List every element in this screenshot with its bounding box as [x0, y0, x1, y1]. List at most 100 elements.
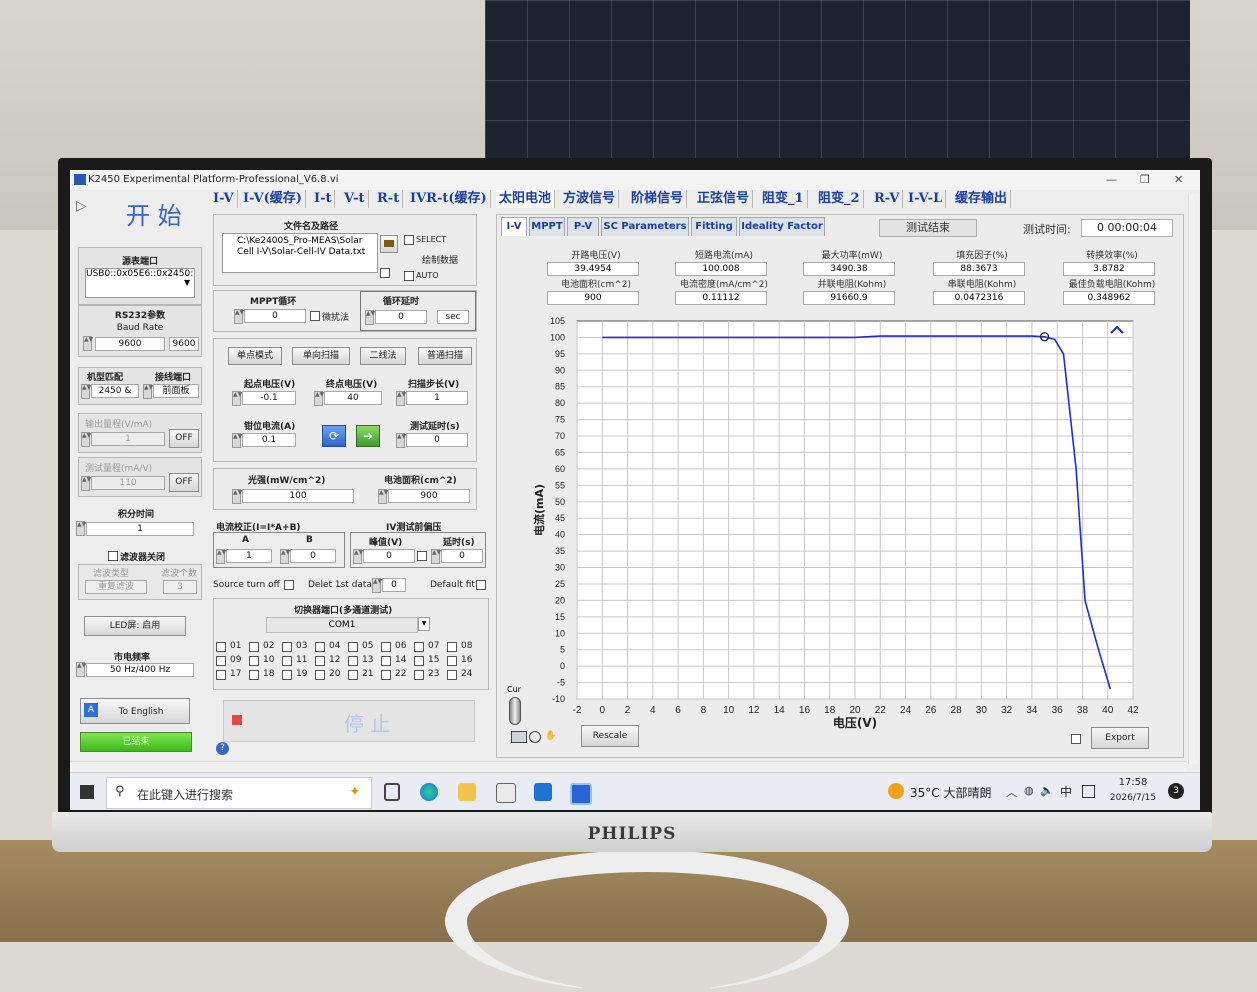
minimize-icon[interactable]: —	[1106, 173, 1117, 186]
dropdown-arrow-icon[interactable]: ▼	[184, 278, 190, 287]
tab-iv-cache[interactable]: I-V(缓存)	[240, 190, 306, 208]
tab-cache-output[interactable]: 缓存输出	[952, 190, 1012, 208]
weather-icon[interactable]	[888, 783, 904, 799]
labview-app-icon[interactable]	[570, 783, 592, 805]
bias-delay-input[interactable]: 0	[441, 549, 483, 563]
test-range-spinner[interactable]: ▲▼	[81, 476, 91, 491]
tab-sine[interactable]: 正弦信号	[694, 190, 754, 208]
start-voltage-input[interactable]: -0.1	[242, 391, 296, 405]
vertical-scrollbar[interactable]	[1188, 194, 1199, 764]
coef-a-input[interactable]: 1	[226, 549, 272, 563]
bias-checkbox[interactable]	[417, 551, 427, 561]
end-voltage-input[interactable]: 40	[324, 391, 382, 405]
light-intensity-input[interactable]: 100	[242, 489, 354, 503]
test-range-input[interactable]: 110	[91, 476, 165, 490]
horizontal-scrollbar[interactable]	[70, 761, 1186, 772]
select-checkbox[interactable]	[404, 235, 414, 245]
file-explorer-icon[interactable]	[458, 783, 476, 801]
coef-a-spinner[interactable]: ▲▼	[216, 549, 226, 564]
bias-delay-spinner[interactable]: ▲▼	[431, 549, 441, 564]
channel-checkbox[interactable]	[348, 642, 358, 652]
coef-b-spinner[interactable]: ▲▼	[280, 549, 290, 564]
model-input[interactable]: 2450 &	[91, 384, 139, 398]
perturb-checkbox[interactable]	[310, 311, 320, 321]
test-range-toggle[interactable]: OFF	[169, 473, 199, 492]
channel-checkbox[interactable]	[414, 670, 424, 680]
file-path-input[interactable]: C:\Ke2400S_Pro-MEAS\Solar Cell I-V\Solar…	[222, 233, 378, 273]
pan-hand-icon[interactable]: ✋	[545, 731, 556, 741]
output-range-input[interactable]: 1	[91, 432, 165, 446]
model-spinner[interactable]: ▲▼	[81, 384, 91, 399]
task-view-icon[interactable]	[384, 783, 400, 801]
start-voltage-spinner[interactable]: ▲▼	[232, 391, 242, 406]
mains-spinner[interactable]: ▲▼	[76, 662, 86, 677]
source-port-select[interactable]: USB0::0x05E6::0x2450::04697478::INSTR	[85, 268, 195, 298]
two-wire-button[interactable]: 二线法	[360, 347, 406, 365]
tab-iv[interactable]: I-V	[210, 190, 238, 208]
tab-vt[interactable]: V-t	[341, 190, 369, 208]
tab-staircase[interactable]: 阶梯信号	[628, 190, 688, 208]
tab-it[interactable]: I-t	[311, 190, 336, 208]
channel-checkbox[interactable]	[381, 642, 391, 652]
channel-checkbox[interactable]	[381, 656, 391, 666]
single-point-button[interactable]: 单点模式	[228, 347, 282, 365]
terminal-input[interactable]: 前面板	[153, 384, 199, 398]
delete-first-input[interactable]: 0	[382, 578, 406, 592]
cursor-knob[interactable]	[509, 697, 521, 725]
weather-text[interactable]: 35°C 大部晴朗	[910, 784, 991, 801]
channel-checkbox[interactable]	[348, 670, 358, 680]
coef-b-input[interactable]: 0	[290, 549, 336, 563]
cell-area-spinner[interactable]: ▲▼	[378, 489, 388, 504]
channel-checkbox[interactable]	[282, 656, 292, 666]
export-checkbox[interactable]	[1071, 734, 1081, 744]
tab-ivl[interactable]: I-V-L	[905, 190, 947, 208]
default-fit-checkbox[interactable]	[476, 580, 486, 590]
loop-delay-input[interactable]: 0	[375, 310, 427, 324]
volume-icon[interactable]: 🔈	[1040, 784, 1054, 797]
tray-chevron-icon[interactable]: ︿	[1006, 784, 1017, 800]
taskbar-search[interactable]: ⚲ 在此键入进行搜索 ✦	[106, 777, 372, 809]
integration-input[interactable]: 1	[86, 522, 194, 536]
store-icon[interactable]	[496, 783, 516, 803]
mains-input[interactable]: 50 Hz/400 Hz	[86, 663, 194, 677]
plot-data-button[interactable]: 绘制数据	[422, 253, 458, 266]
output-range-spinner[interactable]: ▲▼	[81, 432, 91, 447]
channel-checkbox[interactable]	[315, 670, 325, 680]
baud-rate-spinner[interactable]: ▲▼	[83, 336, 93, 351]
switch-port-select[interactable]: COM1	[266, 617, 418, 633]
delete-first-spinner[interactable]: ▲▼	[372, 578, 382, 593]
loop-delay-spinner[interactable]: ▲▼	[365, 310, 375, 325]
network-icon[interactable]: ◍	[1024, 784, 1034, 797]
output-range-toggle[interactable]: OFF	[169, 429, 199, 448]
source-off-checkbox[interactable]	[284, 580, 294, 590]
step-voltage-input[interactable]: 1	[406, 391, 468, 405]
export-button[interactable]: Export	[1091, 727, 1149, 749]
help-icon[interactable]: ?	[216, 742, 229, 755]
channel-checkbox[interactable]	[315, 656, 325, 666]
channel-checkbox[interactable]	[315, 642, 325, 652]
subtab-ideality-factor[interactable]: Ideality Factor	[739, 217, 825, 236]
filter-checkbox[interactable]	[108, 551, 118, 561]
one-way-sweep-button[interactable]: 单向扫描	[292, 347, 350, 365]
channel-checkbox[interactable]	[216, 670, 226, 680]
channel-checkbox[interactable]	[447, 656, 457, 666]
step-voltage-spinner[interactable]: ▲▼	[396, 391, 406, 406]
test-delay-input[interactable]: 0	[406, 433, 468, 447]
close-icon[interactable]: ✕	[1174, 173, 1183, 186]
tab-rt[interactable]: R-t	[374, 190, 404, 208]
tab-solar-cell[interactable]: 太阳电池	[496, 190, 556, 208]
channel-checkbox[interactable]	[249, 670, 259, 680]
channel-checkbox[interactable]	[216, 642, 226, 652]
channel-checkbox[interactable]	[447, 642, 457, 652]
tab-resistive-1[interactable]: 阻变_1	[759, 190, 808, 208]
integration-spinner[interactable]: ▲▼	[76, 521, 86, 536]
maximize-icon[interactable]: ❐	[1140, 173, 1150, 186]
rescale-button[interactable]: Rescale	[581, 725, 639, 747]
bias-peak-spinner[interactable]: ▲▼	[353, 549, 363, 564]
tab-rv[interactable]: R-V	[871, 190, 904, 208]
filter-count-input[interactable]: 3	[163, 580, 197, 594]
channel-checkbox[interactable]	[348, 656, 358, 666]
subtab-pv[interactable]: P-V	[567, 217, 599, 236]
zoom-tool-icon[interactable]	[511, 731, 527, 743]
clock-time[interactable]: 17:58	[1108, 777, 1158, 788]
